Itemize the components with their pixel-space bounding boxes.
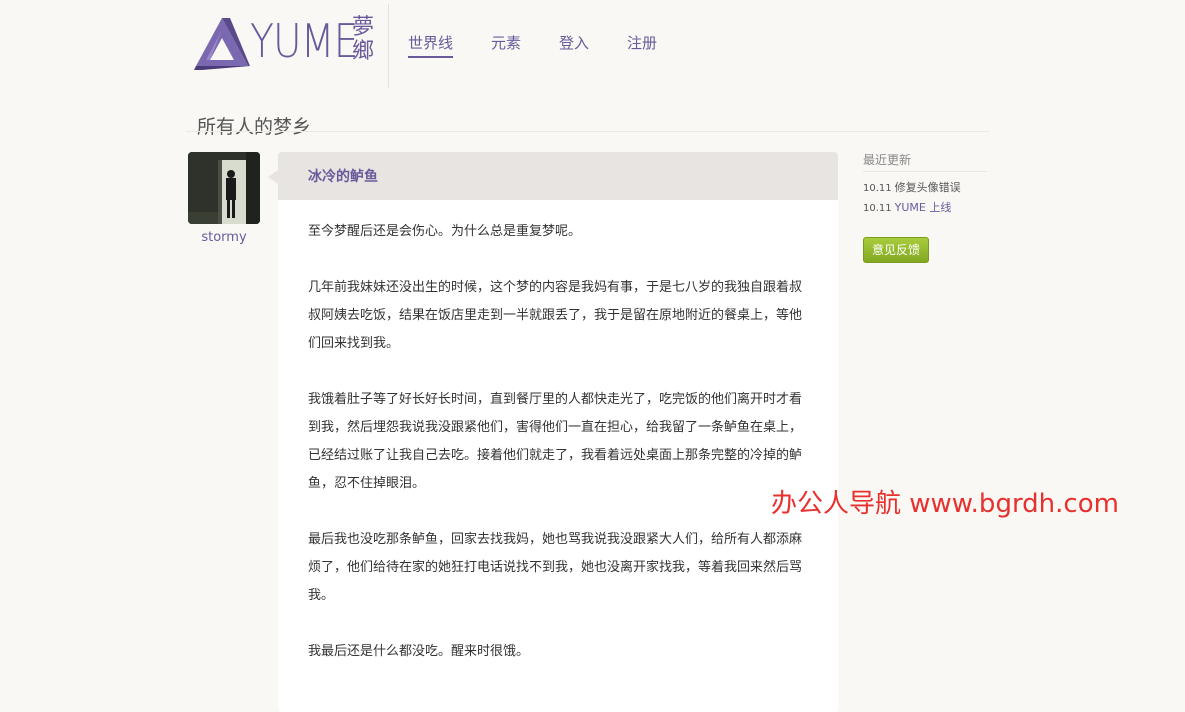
post-body: 至今梦醒后还是会伤心。为什么总是重复梦呢。 几年前我妹妹还没出生的时候，这个梦的… — [308, 218, 808, 694]
post-paragraph: 至今梦醒后还是会伤心。为什么总是重复梦呢。 — [308, 224, 582, 239]
post-pointer — [268, 170, 278, 184]
post-title[interactable]: 冰冷的鲈鱼 — [308, 166, 378, 186]
feedback-button[interactable]: 意见反馈 — [863, 237, 929, 263]
post-paragraph: 最后我也没吃那条鲈鱼，回家去找我妈，她也骂我说我没跟紧大人们，给所有人都添麻烦了… — [308, 532, 803, 603]
update-list: 10.11 修复头像错误 10.11 YUME 上线 — [863, 178, 987, 218]
header-divider — [388, 4, 389, 88]
nav-login[interactable]: 登入 — [559, 32, 589, 58]
sidebar: 最近更新 10.11 修复头像错误 10.11 YUME 上线 意见反馈 — [863, 151, 987, 263]
main-nav: 世界线 元素 登入 注册 — [408, 32, 657, 58]
recent-updates-heading: 最近更新 — [863, 151, 987, 172]
logo-kanji: 夢鄉 — [352, 15, 375, 64]
update-date: 10.11 — [863, 183, 892, 194]
logo-wordmark: YUME — [250, 14, 358, 68]
update-text: 修复头像错误 — [894, 181, 961, 194]
site-header: YUME 夢鄉 世界线 元素 登入 注册 — [0, 0, 1185, 90]
post-paragraph: 我最后还是什么都没吃。醒来时很饿。 — [308, 644, 530, 659]
watermark: 办公人导航 www.bgrdh.com — [771, 489, 1119, 519]
update-item: 10.11 修复头像错误 — [863, 178, 987, 198]
yume-logo[interactable]: YUME 夢鄉 — [194, 14, 384, 70]
nav-worldline[interactable]: 世界线 — [408, 32, 454, 58]
update-link[interactable]: YUME 上线 — [895, 201, 952, 214]
avatar[interactable] — [188, 152, 260, 224]
update-date: 10.11 — [863, 203, 892, 214]
update-item: 10.11 YUME 上线 — [863, 198, 987, 218]
avatar-image — [188, 152, 260, 224]
nav-register[interactable]: 注册 — [627, 32, 657, 58]
author-name-link[interactable]: stormy — [188, 230, 260, 245]
page-title: 所有人的梦乡 — [197, 115, 312, 138]
impossible-triangle-icon — [194, 18, 250, 70]
dream-post: 冰冷的鲈鱼 至今梦醒后还是会伤心。为什么总是重复梦呢。 几年前我妹妹还没出生的时… — [278, 152, 838, 712]
divider — [186, 131, 989, 132]
post-paragraph: 我饿着肚子等了好长好长时间，直到餐厅里的人都快走光了，吃完饭的他们离开时才看到我… — [308, 392, 803, 491]
post-paragraph: 几年前我妹妹还没出生的时候，这个梦的内容是我妈有事，于是七八岁的我独自跟着叔叔阿… — [308, 280, 803, 351]
nav-elements[interactable]: 元素 — [491, 32, 521, 58]
